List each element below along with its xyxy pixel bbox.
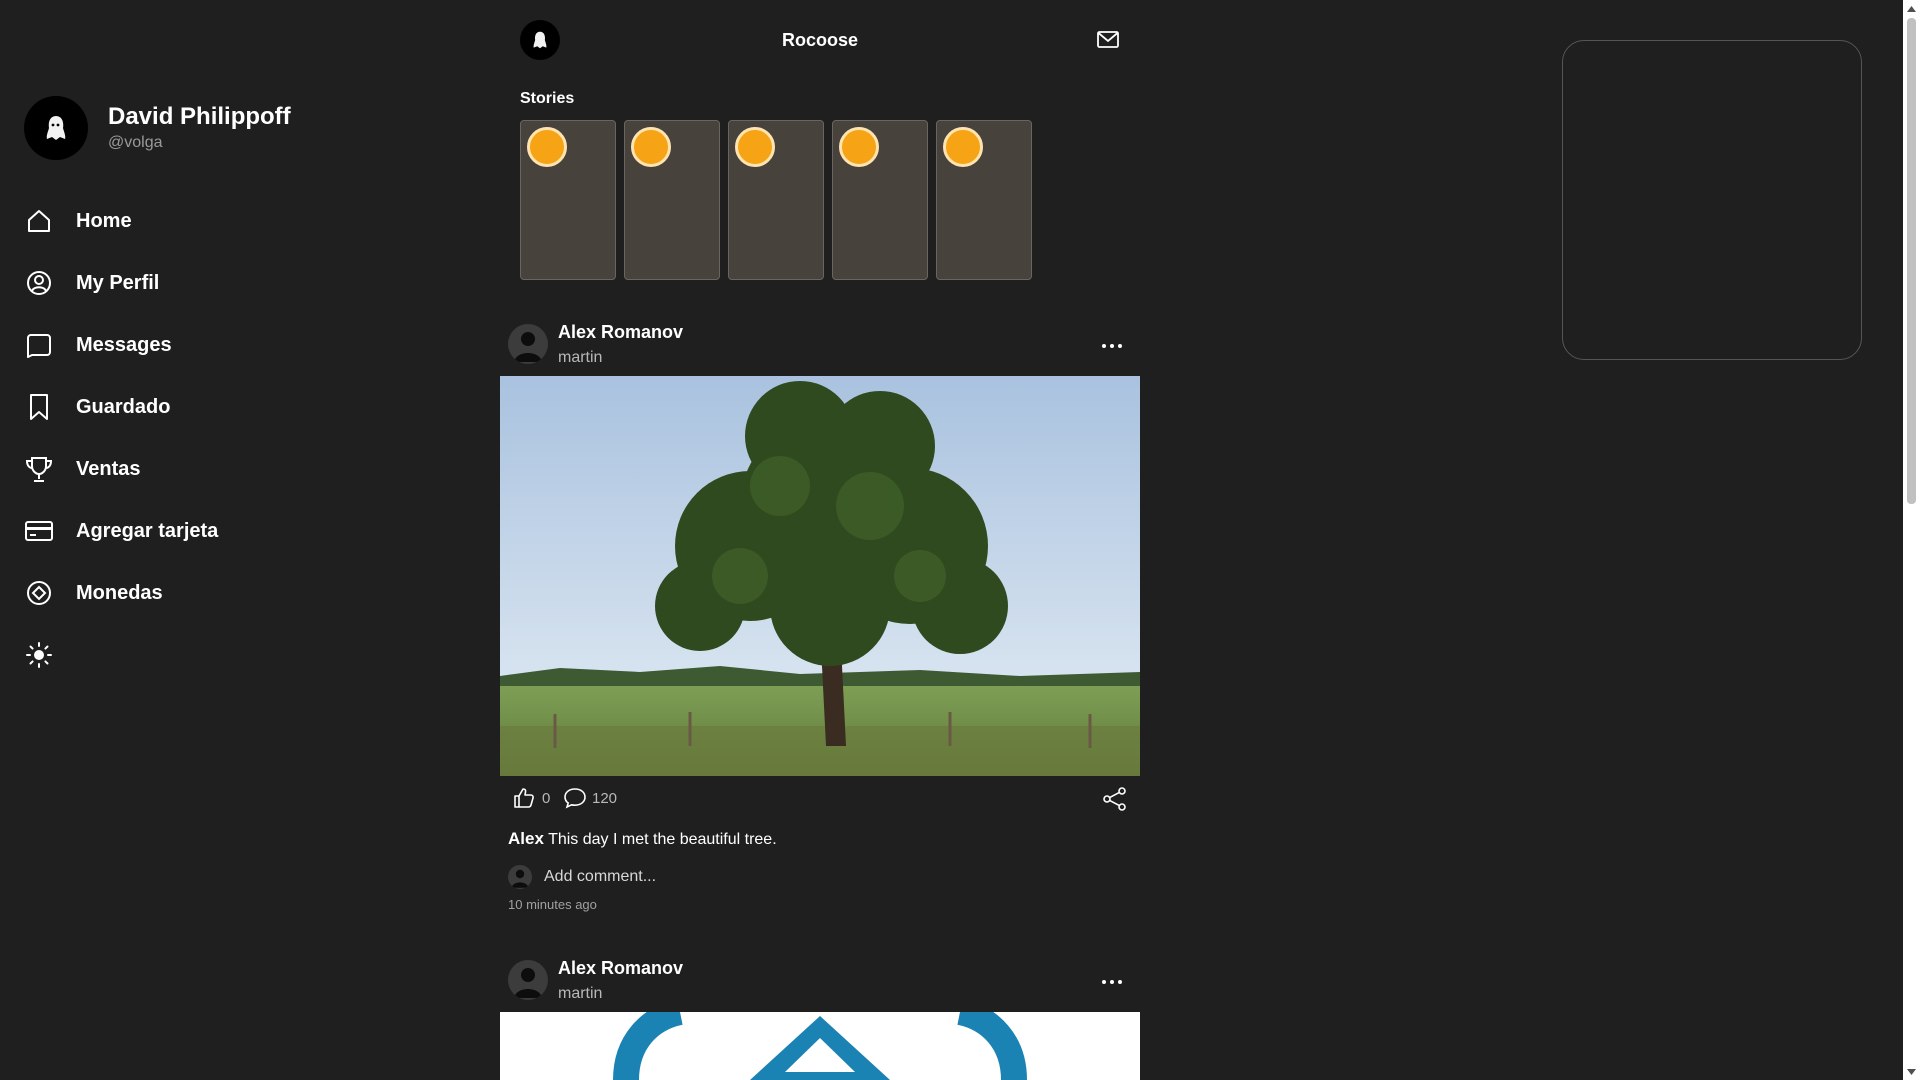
- home-icon: [28, 210, 50, 232]
- story-avatar: [735, 127, 775, 167]
- stories-title: Stories: [520, 90, 575, 107]
- user-silhouette-icon: [514, 968, 542, 998]
- share-icon[interactable]: [1102, 786, 1128, 812]
- post-author[interactable]: Alex Romanov: [558, 322, 683, 343]
- nav-label-messages: Messages: [76, 333, 172, 356]
- post-header: Alex Romanov martin: [500, 952, 1140, 1012]
- comment-count: 120: [592, 790, 618, 807]
- mail-icon[interactable]: [1096, 28, 1120, 52]
- story-card[interactable]: [832, 120, 928, 280]
- avatar[interactable]: [24, 96, 88, 160]
- post-card: Alex Romanov martin: [500, 952, 1140, 1080]
- chat-bubble-icon: [27, 334, 51, 358]
- caption-text: This day I met the beautiful tree.: [548, 831, 777, 848]
- nav-item-home[interactable]: Home: [24, 190, 424, 252]
- avatar[interactable]: [508, 960, 548, 1000]
- nav-label-ventas: Ventas: [76, 457, 141, 480]
- app-root: David Philippoff @volga Home My Perfil M…: [0, 0, 1920, 1080]
- story-avatar: [839, 127, 879, 167]
- story-avatar: [527, 127, 567, 167]
- avatar[interactable]: [508, 324, 548, 364]
- story-avatar: [943, 127, 983, 167]
- nav-item-my-perfil[interactable]: My Perfil: [24, 252, 424, 314]
- post-image[interactable]: [500, 376, 1140, 776]
- bookmark-icon: [30, 394, 48, 420]
- nav-label-home: Home: [76, 209, 132, 232]
- nav-item-messages[interactable]: Messages: [24, 314, 424, 376]
- nav-label-monedas: Monedas: [76, 581, 163, 604]
- theme-toggle[interactable]: [24, 624, 424, 686]
- credit-card-icon: [25, 521, 53, 541]
- post-author[interactable]: Alex Romanov: [558, 958, 683, 979]
- story-card[interactable]: [520, 120, 616, 280]
- nav-label-agregar-tarjeta: Agregar tarjeta: [76, 519, 219, 542]
- scrollbar[interactable]: [1903, 0, 1920, 1080]
- story-card[interactable]: [624, 120, 720, 280]
- add-comment-input[interactable]: Add comment...: [508, 865, 1140, 889]
- nav-item-agregar-tarjeta[interactable]: Agregar tarjeta: [24, 500, 424, 562]
- top-bar: Rocoose: [500, 0, 1140, 80]
- caption-author[interactable]: Alex: [508, 829, 544, 848]
- post-caption: Alex This day I met the beautiful tree.: [508, 828, 1140, 851]
- post-card: Alex Romanov martin: [500, 316, 1140, 912]
- nav-label-guardado: Guardado: [76, 395, 171, 418]
- add-comment-placeholder: Add comment...: [544, 868, 657, 885]
- feed: Rocoose Stories Alex Romanov martin 0 12…: [500, 0, 1140, 1080]
- post-header: Alex Romanov martin: [500, 316, 1140, 376]
- nav-item-ventas[interactable]: Ventas: [24, 438, 424, 500]
- comment-icon[interactable]: [562, 786, 588, 810]
- app-title: Rocoose: [781, 30, 859, 50]
- blue-logo-image: [613, 1012, 1027, 1080]
- profile-name: David Philippoff: [108, 103, 291, 130]
- post-actions: 0 120: [500, 776, 1140, 818]
- story-card[interactable]: [936, 120, 1032, 280]
- user-circle-icon: [27, 271, 51, 295]
- stories-row: [520, 120, 1040, 280]
- thumbs-up-icon[interactable]: [512, 786, 536, 810]
- user-silhouette-icon: [511, 869, 529, 888]
- nav-label-my-perfil: My Perfil: [76, 271, 160, 294]
- more-options-icon[interactable]: [1100, 970, 1124, 994]
- nav-item-monedas[interactable]: Monedas: [24, 562, 424, 624]
- more-options-icon[interactable]: [1100, 334, 1124, 358]
- sun-icon: [26, 642, 52, 668]
- right-panel: [1562, 40, 1862, 360]
- scroll-down-arrow-icon[interactable]: [1903, 1063, 1920, 1080]
- profile-handle: @volga: [108, 134, 163, 151]
- scroll-up-arrow-icon[interactable]: [1903, 0, 1920, 17]
- user-silhouette-icon: [514, 332, 542, 362]
- coin-icon: [27, 581, 51, 605]
- tree-photo: [500, 376, 1140, 776]
- main-nav: Home My Perfil Messages Guardado Ventas …: [24, 190, 424, 686]
- story-avatar: [631, 127, 671, 167]
- post-subtitle: martin: [558, 985, 603, 1002]
- post-image[interactable]: [500, 1012, 1140, 1080]
- story-card[interactable]: [728, 120, 824, 280]
- trophy-icon: [25, 457, 53, 482]
- post-subtitle: martin: [558, 349, 603, 366]
- profile-card[interactable]: David Philippoff @volga: [24, 96, 424, 160]
- ghost-icon: [46, 116, 66, 140]
- sidebar: David Philippoff @volga Home My Perfil M…: [24, 96, 424, 686]
- post-timestamp: 10 minutes ago: [508, 897, 597, 912]
- nav-item-guardado[interactable]: Guardado: [24, 376, 424, 438]
- scrollbar-thumb[interactable]: [1907, 18, 1916, 504]
- avatar: [508, 865, 532, 889]
- like-count: 0: [542, 790, 551, 807]
